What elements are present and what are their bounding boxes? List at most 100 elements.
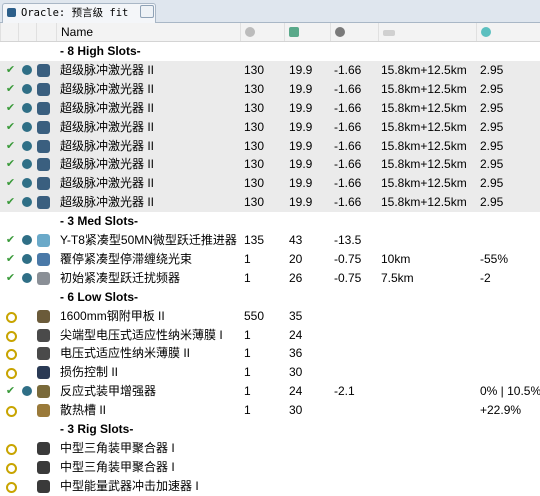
charge-icon xyxy=(22,386,32,397)
module-row[interactable]: ✔ 反应式装甲增强器 1 24 -2.1 0% | 10.5% xyxy=(0,382,540,401)
cpu-column-header[interactable] xyxy=(240,23,284,41)
charge-icon xyxy=(22,178,32,189)
module-row[interactable]: ✔ Y-T8紧凑型50MN微型跃迁推进器 135 43 -13.5 xyxy=(0,231,540,250)
online-ring-icon[interactable] xyxy=(6,349,17,361)
module-row[interactable]: 中型能量武器冲击加速器 I xyxy=(0,477,540,496)
effect-column-header[interactable] xyxy=(476,23,540,41)
module-row[interactable]: 中型三角装甲聚合器 I xyxy=(0,439,540,458)
laser-icon xyxy=(37,120,50,134)
cpu-value: 130 xyxy=(244,81,265,96)
module-row[interactable]: ✔ 超级脉冲激光器 II 130 19.9 -1.66 15.8km+12.5km 2.95 xyxy=(0,193,540,213)
module-row[interactable]: ✔ 超级脉冲激光器 II 130 19.9 -1.66 15.8km+12.5km 2.95 xyxy=(0,136,540,156)
module-row[interactable]: 尖端型电压式适应性纳米薄膜 I 1 24 xyxy=(0,326,540,345)
slot-section-header[interactable]: - 3 Med Slots- xyxy=(0,212,540,231)
capacitor-value: -0.75 xyxy=(334,251,362,266)
effect-icon xyxy=(481,27,491,37)
powergrid-value: 30 xyxy=(289,365,303,380)
active-check-icon[interactable]: ✔ xyxy=(4,385,17,398)
state-column-header[interactable] xyxy=(0,23,18,41)
online-ring-icon[interactable] xyxy=(6,406,17,418)
slot-section-header[interactable]: - 6 Low Slots- xyxy=(0,288,540,307)
module-name: 超级脉冲激光器 II xyxy=(60,119,155,134)
slot-section-header[interactable]: - 8 High Slots- xyxy=(0,42,540,61)
module-row[interactable]: 1600mm钢附甲板 II 550 35 xyxy=(0,307,540,326)
powergrid-value: 24 xyxy=(289,327,303,342)
section-label: - 6 Low Slots- xyxy=(60,289,138,304)
module-name: 超级脉冲激光器 II xyxy=(60,100,155,115)
effect-value: 2.95 xyxy=(480,195,504,210)
new-tab-button[interactable] xyxy=(140,5,154,18)
module-row[interactable]: ✔ 超级脉冲激光器 II 130 19.9 -1.66 15.8km+12.5km 2.95 xyxy=(0,98,540,118)
status-column-header[interactable] xyxy=(18,23,36,41)
module-name: 超级脉冲激光器 II xyxy=(60,176,155,191)
charge-icon xyxy=(22,253,32,264)
module-name: 尖端型电压式适应性纳米薄膜 I xyxy=(60,327,223,342)
laser-icon xyxy=(37,139,50,153)
name-header-label: Name xyxy=(61,25,94,39)
cpu-value: 550 xyxy=(244,308,265,323)
online-ring-icon[interactable] xyxy=(6,330,17,342)
module-row[interactable]: 电压式适应性纳米薄膜 II 1 36 xyxy=(0,344,540,363)
active-check-icon[interactable]: ✔ xyxy=(4,253,17,266)
module-row[interactable]: ✔ 超级脉冲激光器 II 130 19.9 -1.66 15.8km+12.5km 2.95 xyxy=(0,155,540,175)
module-name: 覆停紧凑型停滞缠绕光束 xyxy=(60,251,193,266)
module-name: 超级脉冲激光器 II xyxy=(60,138,155,153)
watermark xyxy=(2,471,72,491)
powergrid-value: 24 xyxy=(289,384,303,399)
cpu-value: 135 xyxy=(244,233,265,247)
module-row[interactable]: 损伤控制 II 1 30 xyxy=(0,363,540,382)
active-check-icon[interactable]: ✔ xyxy=(4,196,17,209)
range-value: 15.8km+12.5km xyxy=(381,138,467,153)
powergrid-value: 19.9 xyxy=(289,62,313,77)
module-row[interactable]: ✔ 初始紧凑型跃迁扰频器 1 26 -0.75 7.5km -2 xyxy=(0,269,540,288)
module-row[interactable]: ✔ 超级脉冲激光器 II 130 19.9 -1.66 15.8km+12.5km 2.95 xyxy=(0,117,540,137)
charge-icon xyxy=(22,83,32,94)
tab-bar: Oracle: 预言级 fit x xyxy=(0,0,540,23)
powergrid-value: 19.9 xyxy=(289,119,313,134)
powergrid-value: 19.9 xyxy=(289,81,313,96)
module-row[interactable]: ✔ 超级脉冲激光器 II 130 19.9 -1.66 15.8km+12.5km 2.95 xyxy=(0,79,540,99)
charge-icon xyxy=(22,140,32,151)
capacitor-value: -2.1 xyxy=(334,384,355,399)
powergrid-column-header[interactable] xyxy=(284,23,330,41)
name-column-header[interactable]: Name xyxy=(56,23,240,41)
capacitor-value: -1.66 xyxy=(334,195,362,210)
module-name: 反应式装甲增强器 xyxy=(60,384,157,399)
range-value: 15.8km+12.5km xyxy=(381,157,467,172)
module-name: 中型能量武器冲击加速器 I xyxy=(60,478,199,493)
module-row[interactable]: 散热槽 II 1 30 +22.9% xyxy=(0,401,540,420)
fit-tab[interactable]: Oracle: 预言级 fit x xyxy=(2,3,156,23)
module-row[interactable]: ✔ 超级脉冲激光器 II 130 19.9 -1.66 15.8km+12.5km 2.95 xyxy=(0,60,540,80)
active-check-icon[interactable]: ✔ xyxy=(4,140,17,153)
slot-section-header[interactable]: - 3 Rig Slots- xyxy=(0,420,540,439)
powergrid-value: 26 xyxy=(289,270,303,285)
module-row[interactable]: 中型三角装甲聚合器 I xyxy=(0,458,540,477)
effect-value: 0% | 10.5% xyxy=(480,384,540,399)
active-check-icon[interactable]: ✔ xyxy=(4,83,17,96)
online-ring-icon[interactable] xyxy=(6,368,17,380)
active-check-icon[interactable]: ✔ xyxy=(4,234,17,247)
module-row[interactable]: ✔ 超级脉冲激光器 II 130 19.9 -1.66 15.8km+12.5km 2.95 xyxy=(0,174,540,194)
capacitor-column-header[interactable] xyxy=(330,23,378,41)
fit-tab-title: Oracle: 预言级 fit xyxy=(21,7,129,19)
online-ring-icon[interactable] xyxy=(6,443,17,455)
range-value: 15.8km+12.5km xyxy=(381,100,467,115)
active-check-icon[interactable]: ✔ xyxy=(4,177,17,190)
active-check-icon[interactable]: ✔ xyxy=(4,272,17,285)
active-check-icon[interactable]: ✔ xyxy=(4,102,17,115)
active-check-icon[interactable]: ✔ xyxy=(4,158,17,171)
range-value: 15.8km+12.5km xyxy=(381,195,467,210)
powergrid-value: 35 xyxy=(289,308,303,323)
powergrid-value: 19.9 xyxy=(289,195,313,210)
cpu-value: 1 xyxy=(244,403,251,418)
web-icon xyxy=(37,252,50,266)
active-check-icon[interactable]: ✔ xyxy=(4,121,17,134)
module-row[interactable]: ✔ 覆停紧凑型停滞缠绕光束 1 20 -0.75 10km -55% xyxy=(0,250,540,269)
online-ring-icon[interactable] xyxy=(6,311,17,323)
effect-value: 2.95 xyxy=(480,81,504,96)
heat-sink-icon xyxy=(37,404,50,418)
range-column-header[interactable] xyxy=(378,23,476,41)
icon-column-header[interactable] xyxy=(36,23,56,41)
active-check-icon[interactable]: ✔ xyxy=(4,64,17,77)
range-value: 15.8km+12.5km xyxy=(381,176,467,191)
